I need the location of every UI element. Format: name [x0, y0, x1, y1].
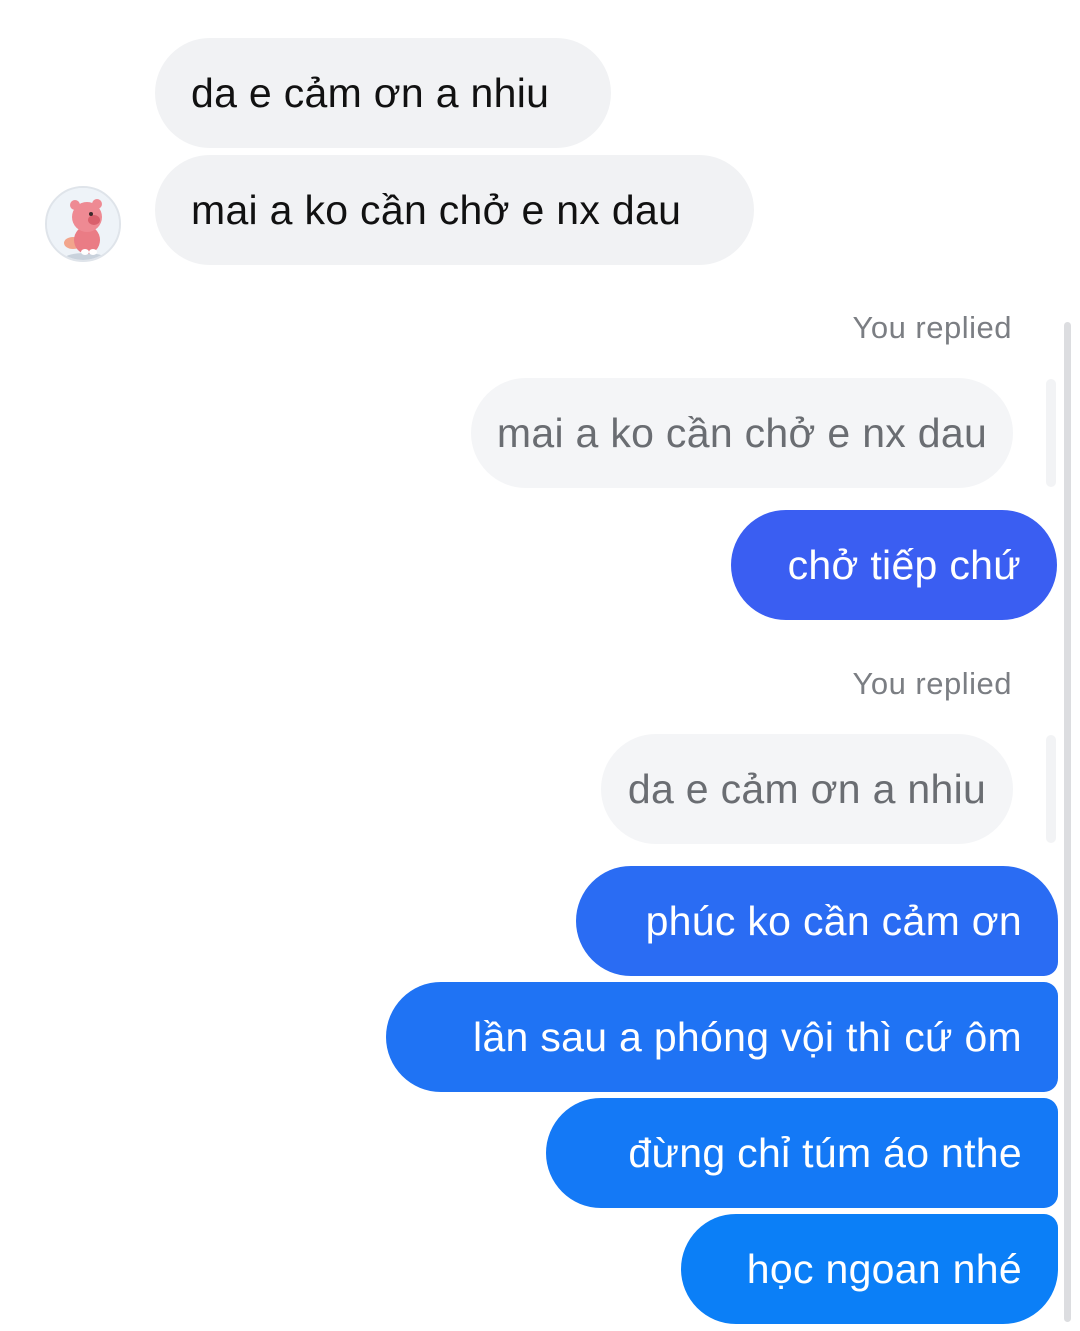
you-replied-label: You replied: [852, 310, 1012, 345]
contact-avatar[interactable]: [45, 186, 121, 262]
scrollbar[interactable]: [1064, 322, 1071, 1322]
reply-quote-bar: [1046, 379, 1056, 487]
reply-quote-bar: [1046, 735, 1056, 843]
quoted-message[interactable]: da e cảm ơn a nhiu: [601, 734, 1013, 844]
quoted-text: mai a ko cần chở e nx dau: [496, 409, 988, 456]
incoming-message[interactable]: mai a ko cần chở e nx dau: [155, 155, 754, 265]
message-text: mai a ko cần chở e nx dau: [191, 186, 682, 233]
outgoing-message[interactable]: chở tiếp chứ: [731, 510, 1057, 620]
message-text: da e cảm ơn a nhiu: [191, 69, 550, 116]
you-replied-label: You replied: [852, 666, 1012, 701]
outgoing-message[interactable]: phúc ko cần cảm ơn: [576, 866, 1058, 976]
incoming-message[interactable]: da e cảm ơn a nhiu: [155, 38, 611, 148]
outgoing-message[interactable]: lần sau a phóng vội thì cứ ôm: [386, 982, 1058, 1092]
message-text: lần sau a phóng vội thì cứ ôm: [473, 1013, 1022, 1060]
message-text: đừng chỉ túm áo nthe: [628, 1129, 1022, 1176]
outgoing-message[interactable]: học ngoan nhé: [681, 1214, 1058, 1324]
quoted-message[interactable]: mai a ko cần chở e nx dau: [471, 378, 1013, 488]
message-text: phúc ko cần cảm ơn: [645, 897, 1022, 944]
message-text: học ngoan nhé: [746, 1245, 1022, 1292]
message-text: chở tiếp chứ: [787, 541, 1021, 588]
outgoing-message[interactable]: đừng chỉ túm áo nthe: [546, 1098, 1058, 1208]
quoted-text: da e cảm ơn a nhiu: [627, 765, 987, 812]
pink-bear-avatar-icon: [47, 188, 119, 260]
